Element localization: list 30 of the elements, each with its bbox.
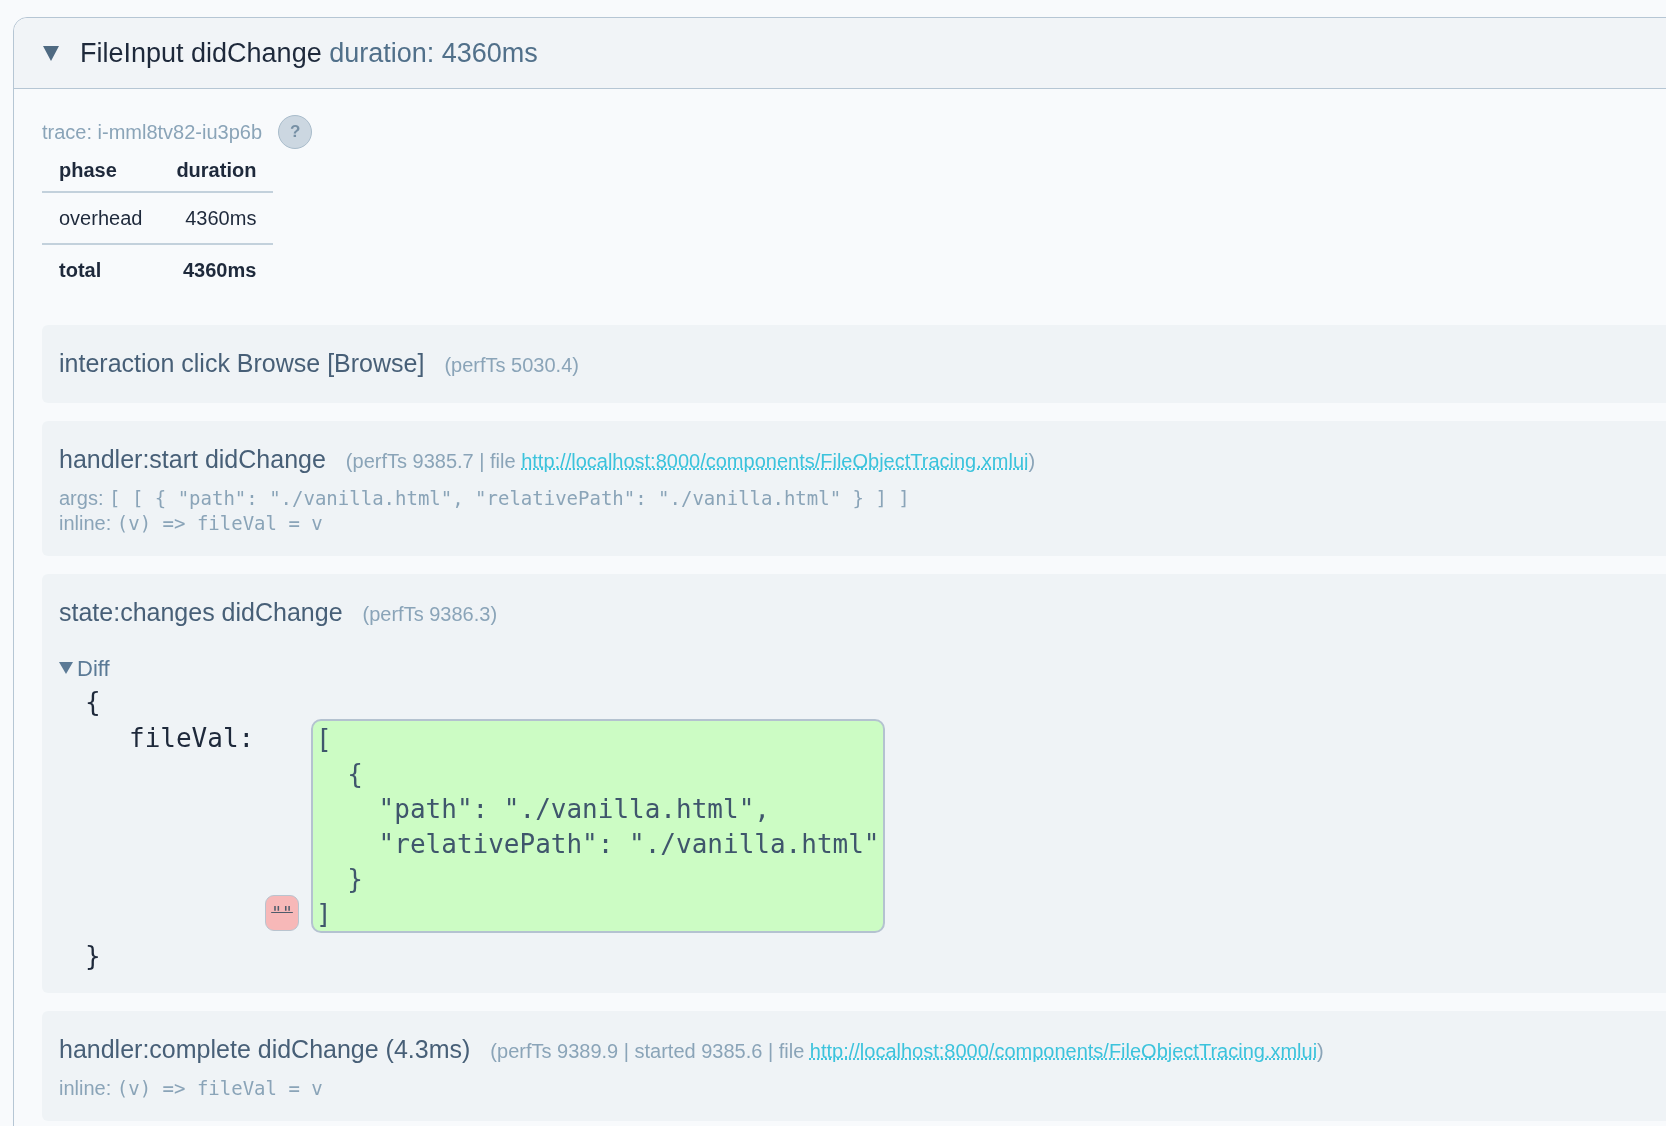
trace-id: trace: i-mml8tv82-iu3p6b: [42, 120, 263, 145]
event-meta: (perfTs 9386.3): [362, 602, 498, 627]
brace: {: [85, 685, 102, 719]
diff-key: fileVal:: [129, 720, 265, 755]
event-meta: (perfTs 9389.9 | started 9385.6 | file http://localhost:8000/components/FileObjectTracing.xmlui): [490, 1038, 1324, 1064]
file-link[interactable]: http://localhost:8000/components/FileObjectTracing.xmlui: [521, 449, 1029, 472]
event-title: handler:complete didChange (4.3ms): [59, 1033, 471, 1065]
table-cell: total: [42, 244, 160, 295]
column-header: phase: [42, 149, 160, 192]
event-title: interaction click Browse [Browse]: [59, 348, 425, 379]
table-cell: 4360ms: [159, 244, 274, 295]
diff-toggle[interactable]: Diff: [77, 651, 110, 685]
event-title: handler:start didChange: [59, 443, 326, 475]
event-meta: (perfTs 5030.4): [444, 353, 579, 378]
added-value: [ { "path": "./vanilla.html", "relativePath": "./vanilla.html" } ]: [311, 718, 885, 933]
column-header: duration: [159, 149, 274, 192]
panel-title: FileInput didChange duration: 4360ms: [80, 36, 538, 70]
code-line: inline: (v) => fileVal = v: [59, 1076, 324, 1101]
table-cell: overhead: [42, 192, 160, 244]
file-link[interactable]: http://localhost:8000/components/FileObjectTracing.xmlui: [809, 1039, 1318, 1062]
brace: }: [85, 939, 102, 973]
help-icon[interactable]: ?: [278, 115, 313, 149]
disclosure-icon[interactable]: [59, 662, 73, 674]
code-line: inline: (v) => fileVal = v: [59, 511, 324, 536]
removed-value: "": [265, 894, 299, 931]
table-cell: 4360ms: [159, 192, 274, 244]
event-meta: (perfTs 9385.7 | file http://localhost:8000/components/FileObjectTracing.xmlui): [345, 448, 1036, 474]
event-title: state:changes didChange: [59, 597, 343, 628]
caret-icon[interactable]: [42, 44, 60, 62]
code-line: args: [ [ { "path": "./vanilla.html", "relativePath": "./vanilla.html" } ] ]: [59, 486, 911, 511]
